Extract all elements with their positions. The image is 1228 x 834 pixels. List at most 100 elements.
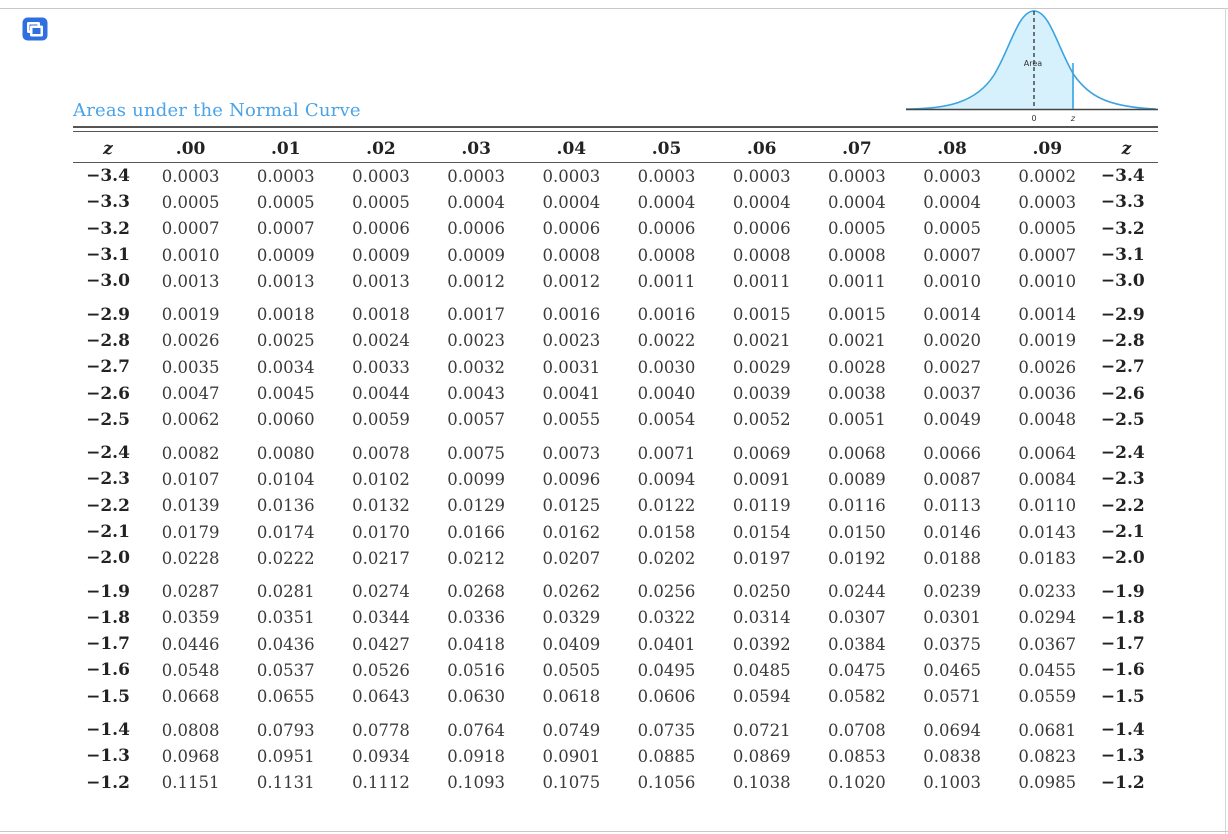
row-z-value-right: −1.9 — [1100, 581, 1145, 602]
row-z-value-right: −2.9 — [1100, 304, 1145, 325]
table-cell: 0.0008 — [828, 245, 886, 265]
table-cell: 0.0869 — [732, 746, 791, 766]
table-cell: 0.0119 — [732, 496, 791, 516]
table-cell: 0.0025 — [256, 331, 315, 351]
table-cell: 0.0012 — [447, 271, 506, 291]
row-z-value: −2.0 — [86, 548, 130, 569]
column-header: .04 — [556, 139, 587, 159]
table-cell: 0.0003 — [637, 166, 696, 186]
table-cell: 0.0062 — [161, 410, 220, 430]
table-cell: 0.0110 — [1018, 496, 1077, 516]
row-z-value-right: −3.2 — [1100, 218, 1145, 239]
table-cell: 0.0132 — [352, 496, 410, 516]
table-cell: 0.0655 — [256, 687, 315, 707]
row-z-value-right: −1.5 — [1100, 686, 1145, 707]
table-cell: 0.0005 — [352, 192, 410, 212]
table-cell: 0.0011 — [732, 271, 791, 291]
table-cell: 0.0003 — [923, 166, 981, 186]
table-cell: 0.0015 — [732, 305, 791, 325]
row-z-value: −2.1 — [86, 522, 130, 542]
table-cell: 0.0375 — [923, 634, 981, 654]
table-row: −2.5 0.0062 0.0060 0.0059 0.0057 0.0055 0.0054… — [73, 407, 1158, 433]
row-z-value-right: −1.4 — [1100, 720, 1145, 741]
table-cell: 0.0044 — [352, 384, 410, 404]
normal-table: z .00 .01 .02 .03 .04 .05 .06 .07 .08 .09 z −3.4 0.0… — [73, 135, 1158, 796]
table-cell: 0.0239 — [923, 582, 981, 602]
table-cell: 0.0007 — [923, 245, 981, 265]
table-cell: 0.0003 — [256, 166, 315, 186]
table-cell: 0.0526 — [352, 660, 410, 680]
table-cell: 0.0301 — [923, 608, 981, 628]
table-cell: 0.0080 — [256, 443, 315, 463]
table-cell: 0.0003 — [447, 166, 506, 186]
table-cell: 0.0010 — [923, 271, 981, 291]
table-cell: 0.0505 — [542, 660, 601, 680]
table-cell: 0.0029 — [732, 357, 791, 377]
table-cell: 0.0322 — [637, 608, 696, 628]
table-cell: 0.0170 — [352, 522, 410, 542]
table-cell: 0.0446 — [161, 634, 220, 654]
table-cell: 0.0217 — [352, 548, 410, 568]
table-cell: 0.0038 — [828, 384, 886, 404]
table-cell: 0.0233 — [1018, 582, 1077, 602]
table-cell: 0.0022 — [637, 331, 696, 351]
table-cell: 0.0011 — [637, 271, 696, 291]
table-cell: 0.0104 — [256, 469, 315, 489]
table-row: −1.6 0.0548 0.0537 0.0526 0.0516 0.0505 0.0495… — [73, 657, 1158, 683]
table-cell: 0.0014 — [1018, 305, 1077, 325]
row-z-value: −1.8 — [86, 607, 130, 628]
table-cell: 0.0548 — [161, 660, 220, 680]
row-z-value: −1.5 — [86, 686, 130, 707]
row-z-value-right: −3.0 — [1100, 271, 1145, 292]
expand-window-icon[interactable] — [21, 16, 49, 42]
table-cell: 0.0166 — [447, 522, 506, 542]
table-cell: 0.0027 — [923, 357, 981, 377]
bottom-border — [0, 831, 1228, 832]
top-double-rule-lower — [73, 131, 1158, 132]
column-header: .06 — [746, 139, 777, 159]
table-cell: 0.0011 — [828, 271, 886, 291]
table-cell: 0.0721 — [732, 720, 791, 740]
table-cell: 0.0183 — [1018, 548, 1077, 568]
table-cell: 0.0154 — [732, 522, 791, 542]
table-cell: 0.0764 — [447, 720, 506, 740]
table-cell: 0.0066 — [923, 443, 981, 463]
table-cell: 0.0681 — [1018, 720, 1077, 740]
table-cell: 0.0033 — [352, 357, 410, 377]
table-cell: 0.0014 — [923, 305, 981, 325]
table-cell: 0.0006 — [352, 219, 410, 239]
top-double-rule — [73, 126, 1158, 128]
table-cell: 0.0409 — [542, 634, 601, 654]
table-row: −3.0 0.0013 0.0013 0.0013 0.0012 0.0012 0.0011… — [73, 268, 1158, 294]
table-cell: 0.0314 — [732, 608, 791, 628]
table-cell: 0.0401 — [637, 634, 696, 654]
table-cell: 0.0032 — [447, 357, 506, 377]
table-cell: 0.0495 — [637, 660, 696, 680]
table-cell: 0.0197 — [732, 548, 791, 568]
table-row: −3.3 0.0005 0.0005 0.0005 0.0004 0.0004 0.0004… — [73, 189, 1158, 215]
row-z-value-right: −1.3 — [1100, 746, 1145, 767]
table-cell: 0.0125 — [542, 496, 601, 516]
table-row: −2.2 0.0139 0.0136 0.0132 0.0129 0.0125 0.0122… — [73, 493, 1158, 519]
row-z-value-right: −2.1 — [1100, 522, 1145, 542]
row-z-value: −2.3 — [86, 469, 130, 490]
table-cell: 0.0007 — [161, 219, 220, 239]
row-z-value: −1.2 — [86, 772, 130, 793]
table-cell: 0.0013 — [352, 271, 410, 291]
table-cell: 0.0179 — [161, 522, 220, 542]
table-cell: 0.0007 — [1018, 245, 1077, 265]
table-cell: 0.0202 — [637, 548, 696, 568]
table-cell: 0.0630 — [447, 687, 506, 707]
table-cell: 0.0516 — [447, 660, 506, 680]
column-header: .01 — [270, 139, 301, 159]
table-row: −1.7 0.0446 0.0436 0.0427 0.0418 0.0409 0.0401… — [73, 631, 1158, 657]
zero-label: 0 — [1031, 114, 1036, 123]
table-row: −1.2 0.1151 0.1131 0.1112 0.1093 0.1075 0.1056… — [73, 770, 1158, 796]
table-cell: 0.1131 — [256, 773, 315, 793]
right-border — [1225, 8, 1226, 834]
table-cell: 0.0455 — [1018, 660, 1077, 680]
table-cell: 0.0004 — [923, 192, 981, 212]
table-cell: 0.0002 — [1018, 166, 1077, 186]
table-cell: 0.0129 — [447, 496, 506, 516]
table-cell: 0.0040 — [637, 384, 696, 404]
